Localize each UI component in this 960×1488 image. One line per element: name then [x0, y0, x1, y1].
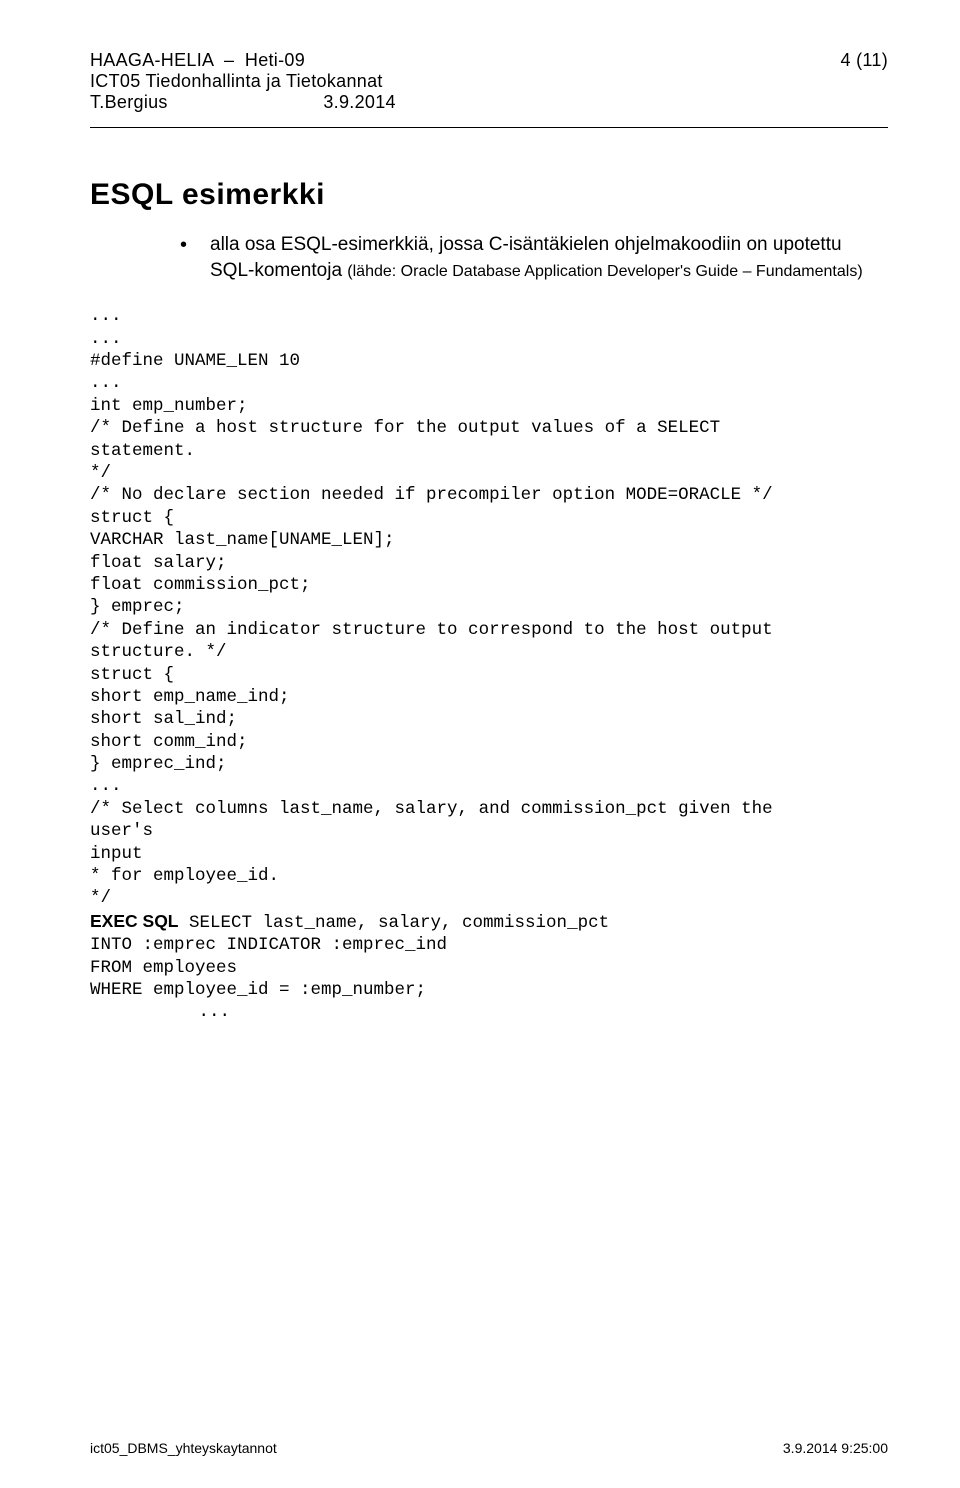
bullet-source: (lähde: Oracle Database Application Deve…	[347, 263, 862, 280]
code-line: VARCHAR last_name[UNAME_LEN];	[90, 530, 395, 550]
code-line: short sal_ind;	[90, 709, 237, 729]
page-header: HAAGA-HELIA – Heti-09 ICT05 Tiedonhallin…	[90, 50, 888, 113]
code-line: FROM employees	[90, 958, 237, 978]
code-line: int emp_number;	[90, 396, 248, 416]
page-title: ESQL esimerkki	[90, 178, 888, 212]
document-page: HAAGA-HELIA – Heti-09 ICT05 Tiedonhallin…	[0, 0, 960, 1488]
code-line: struct {	[90, 665, 174, 685]
code-line: } emprec_ind;	[90, 754, 227, 774]
code-line: /* Define an indicator structure to corr…	[90, 620, 773, 640]
code-line: INTO :emprec INDICATOR :emprec_ind	[90, 935, 447, 955]
code-line: struct {	[90, 508, 174, 528]
code-line: /* Define a host structure for the outpu…	[90, 418, 720, 438]
program-name: Heti-09	[245, 50, 305, 70]
course-name: ICT05 Tiedonhallinta ja Tietokannat	[90, 71, 396, 92]
code-line: #define UNAME_LEN 10	[90, 351, 300, 371]
code-line: statement.	[90, 441, 195, 461]
bullet-item: alla osa ESQL-esimerkkiä, jossa C-isäntä…	[210, 232, 888, 283]
code-line: short comm_ind;	[90, 732, 248, 752]
header-date: 3.9.2014	[323, 92, 395, 112]
header-left: HAAGA-HELIA – Heti-09 ICT05 Tiedonhallin…	[90, 50, 396, 113]
header-divider	[90, 127, 888, 128]
page-footer: ict05_DBMS_yhteyskaytannot 3.9.2014 9:25…	[90, 1440, 888, 1456]
footer-timestamp: 3.9.2014 9:25:00	[783, 1440, 888, 1456]
code-line: float salary;	[90, 553, 227, 573]
code-block: ... ... #define UNAME_LEN 10 ... int emp…	[90, 305, 888, 1024]
header-org-line: HAAGA-HELIA – Heti-09	[90, 50, 396, 71]
code-line: */	[90, 463, 111, 483]
code-line: input	[90, 844, 143, 864]
code-line: /* No declare section needed if precompi…	[90, 485, 773, 505]
bullet-list: alla osa ESQL-esimerkkiä, jossa C-isäntä…	[90, 232, 888, 283]
code-line: structure. */	[90, 642, 227, 662]
code-line: ...	[199, 1002, 231, 1022]
author-date-line: T.Bergius 3.9.2014	[90, 92, 396, 113]
code-line: ...	[90, 373, 122, 393]
code-line: } emprec;	[90, 597, 185, 617]
code-line: WHERE employee_id = :emp_number;	[90, 980, 426, 1000]
code-line: ...	[90, 306, 122, 326]
code-line: ...	[90, 776, 122, 796]
code-line: * for employee_id.	[90, 866, 279, 886]
code-line: short emp_name_ind;	[90, 687, 290, 707]
exec-sql-keyword: EXEC SQL	[90, 911, 179, 931]
code-line: /* Select columns last_name, salary, and…	[90, 799, 773, 819]
org-name: HAAGA-HELIA	[90, 50, 213, 70]
author: T.Bergius	[90, 92, 168, 112]
code-line: SELECT last_name, salary, commission_pct	[179, 913, 610, 933]
page-number: 4 (11)	[841, 50, 889, 113]
code-line: user's	[90, 821, 153, 841]
code-line: float commission_pct;	[90, 575, 311, 595]
code-line: ...	[90, 329, 122, 349]
code-line: */	[90, 888, 111, 908]
footer-filename: ict05_DBMS_yhteyskaytannot	[90, 1440, 277, 1456]
